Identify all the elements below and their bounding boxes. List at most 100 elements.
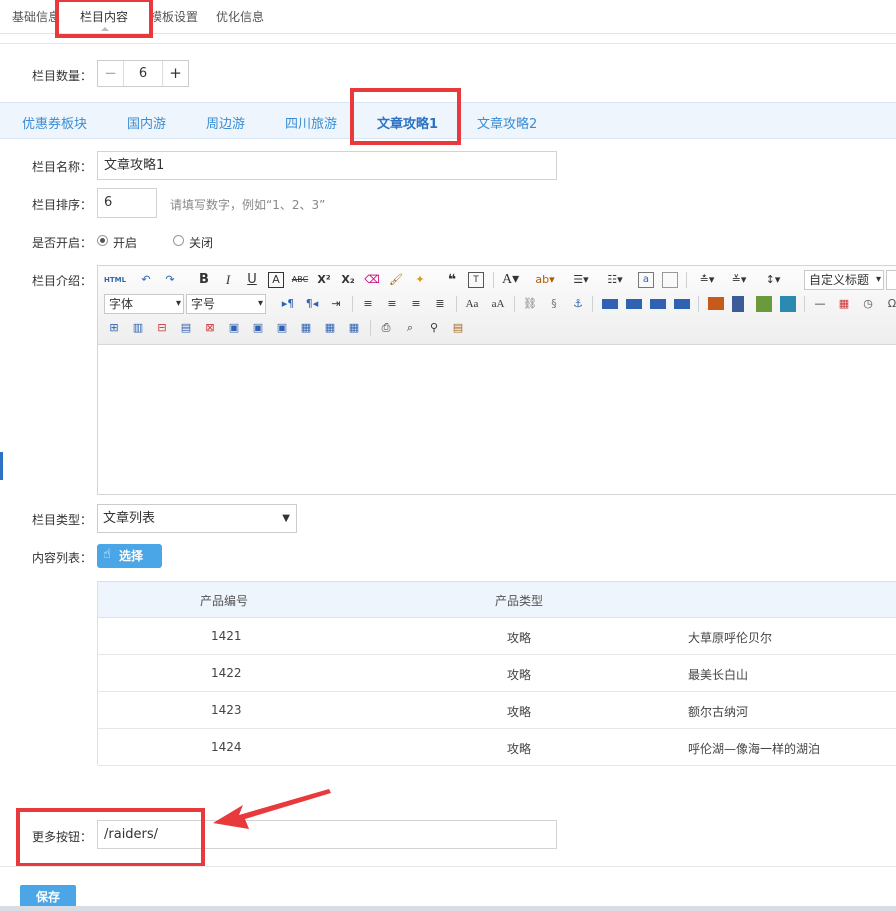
rtl-icon[interactable]: ¶◂ [304,296,320,312]
font-border-icon[interactable]: A [268,272,284,288]
image-center-icon[interactable] [674,299,690,309]
sub-tab-sichuan[interactable]: 四川旅游 [285,113,337,132]
table-row[interactable]: 1421 攻略 大草原呼伦贝尔 [98,618,896,655]
tab-template-settings[interactable]: 模板设置 [150,8,198,25]
image-right-icon[interactable] [650,299,666,309]
lowercase-icon[interactable]: aA [490,296,506,312]
table-row[interactable]: 1423 攻略 额尔古纳河 [98,692,896,729]
select-all-icon[interactable]: a [638,272,654,288]
magic-wand-icon[interactable]: ✦ [412,272,428,288]
cell-id: 1421 [211,629,242,643]
column-sort-input[interactable]: 6 [97,188,157,218]
editor-toolbar: HTML ↶ ↷ B I U A ABC X² X₂ ⌫ 🖌 ✦ ❝ T A▾ … [98,266,896,345]
insert-row-icon[interactable]: ▥ [130,320,146,336]
bold-icon[interactable]: B [196,272,212,288]
cell-type: 攻略 [507,631,532,645]
align-left-icon[interactable]: ≡ [360,296,376,312]
column-count-value[interactable]: 6 [124,61,162,86]
underline-icon[interactable]: U [244,272,260,288]
insert-image-icon[interactable] [708,297,724,310]
merge-cells-icon[interactable]: ▣ [226,320,242,336]
horizontal-rule-icon[interactable]: — [812,296,828,312]
editor-content-area[interactable] [98,346,896,494]
paste-text-icon[interactable]: T [468,272,484,288]
increment-button[interactable]: + [162,61,188,86]
undo-icon[interactable]: ↶ [138,272,154,288]
font-family-dropdown[interactable]: 字体 [104,294,184,314]
tab-basic-info[interactable]: 基础信息 [12,8,60,25]
unlink-icon[interactable]: § [546,296,562,312]
merge-down-icon[interactable]: ▣ [274,320,290,336]
column-type-select[interactable]: 文章列表 ▼ [97,504,297,533]
preview-icon[interactable]: ⌕ [402,320,418,336]
paragraph-format-dropdown[interactable] [886,270,896,290]
anchor-icon[interactable]: ⚓ [570,296,586,312]
merge-right-icon[interactable]: ▣ [250,320,266,336]
annotation-arrow-icon [213,789,331,829]
align-center-icon[interactable]: ≡ [384,296,400,312]
blockquote-icon[interactable]: ❝ [444,272,460,288]
delete-col-icon[interactable]: ⊠ [202,320,218,336]
insert-col-icon[interactable]: ▤ [178,320,194,336]
eraser-icon[interactable]: ⌫ [364,272,380,288]
font-size-dropdown[interactable]: 字号 [186,294,266,314]
search-replace-icon[interactable]: ⚲ [426,320,442,336]
align-justify-icon[interactable]: ≣ [432,296,448,312]
table-row[interactable]: 1422 攻略 最美长白山 [98,655,896,692]
ltr-icon[interactable]: ▸¶ [280,296,296,312]
decrement-button[interactable]: − [98,61,124,86]
sub-tab-nearby[interactable]: 周边游 [206,113,245,132]
content-list-label: 内容列表： [32,551,93,565]
sub-tab-coupon[interactable]: 优惠券板块 [22,113,87,132]
draft-icon[interactable]: ▤ [450,320,466,336]
strikethrough-icon[interactable]: ABC [290,272,310,288]
insert-date-icon[interactable]: ▦ [836,296,852,312]
table-row[interactable]: 1424 攻略 呼伦湖—像海一样的湖泊 [98,729,896,766]
custom-title-dropdown[interactable]: 自定义标题 [804,270,884,290]
rich-text-editor: HTML ↶ ↷ B I U A ABC X² X₂ ⌫ 🖌 ✦ ❝ T A▾ … [97,265,896,495]
unordered-list-icon[interactable]: ☷▾ [604,272,626,288]
insert-map-icon[interactable] [780,296,796,312]
indent-icon[interactable]: ⇥ [328,296,344,312]
split-cols-icon[interactable]: ▦ [346,320,362,336]
superscript-icon[interactable]: X² [316,272,332,288]
format-brush-icon[interactable]: 🖌 [388,272,404,288]
highlight-color-icon[interactable]: ab▾ [534,272,556,288]
font-color-icon[interactable]: A▾ [502,272,519,288]
radio-open-label: 开启 [113,236,138,250]
split-cells-icon[interactable]: ▦ [298,320,314,336]
column-name-input[interactable]: 文章攻略1 [97,151,557,180]
split-rows-icon[interactable]: ▦ [322,320,338,336]
radio-close[interactable] [173,235,184,246]
sub-tab-domestic[interactable]: 国内游 [127,113,166,132]
sub-tab-article-2[interactable]: 文章攻略2 [477,113,537,132]
radio-open[interactable] [97,235,108,246]
choose-button[interactable]: ☝ 选择 [97,544,162,568]
tab-seo-info[interactable]: 优化信息 [216,8,264,25]
uppercase-icon[interactable]: Aa [464,296,480,312]
insert-video-icon[interactable] [732,296,744,312]
align-right-icon[interactable]: ≡ [408,296,424,312]
insert-time-icon[interactable]: ◷ [860,296,876,312]
image-left-icon[interactable] [626,299,642,309]
italic-icon[interactable]: I [220,272,236,288]
special-char-icon[interactable]: Ω [884,296,896,312]
insert-table-icon[interactable]: ⊞ [106,320,122,336]
ordered-list-icon[interactable]: ☰▾ [570,272,592,288]
row-spacing-top-icon[interactable]: ≛▾ [696,272,718,288]
radio-close-label: 关闭 [189,236,214,250]
row-spacing-bottom-icon[interactable]: ≚▾ [728,272,750,288]
cell-name: 最美长白山 [688,668,749,682]
html-source-icon[interactable]: HTML [104,272,126,288]
cell-type: 攻略 [507,705,532,719]
print-icon[interactable]: ⎙ [378,320,394,336]
delete-row-icon[interactable]: ⊟ [154,320,170,336]
line-height-icon[interactable]: ↕▾ [762,272,784,288]
insert-gallery-icon[interactable] [756,296,772,312]
intro-label: 栏目介绍： [32,274,93,288]
image-none-icon[interactable] [602,299,618,309]
clear-doc-icon[interactable] [662,272,678,288]
link-icon[interactable]: ⛓ [522,296,538,312]
subscript-icon[interactable]: X₂ [340,272,356,288]
redo-icon[interactable]: ↷ [162,272,178,288]
